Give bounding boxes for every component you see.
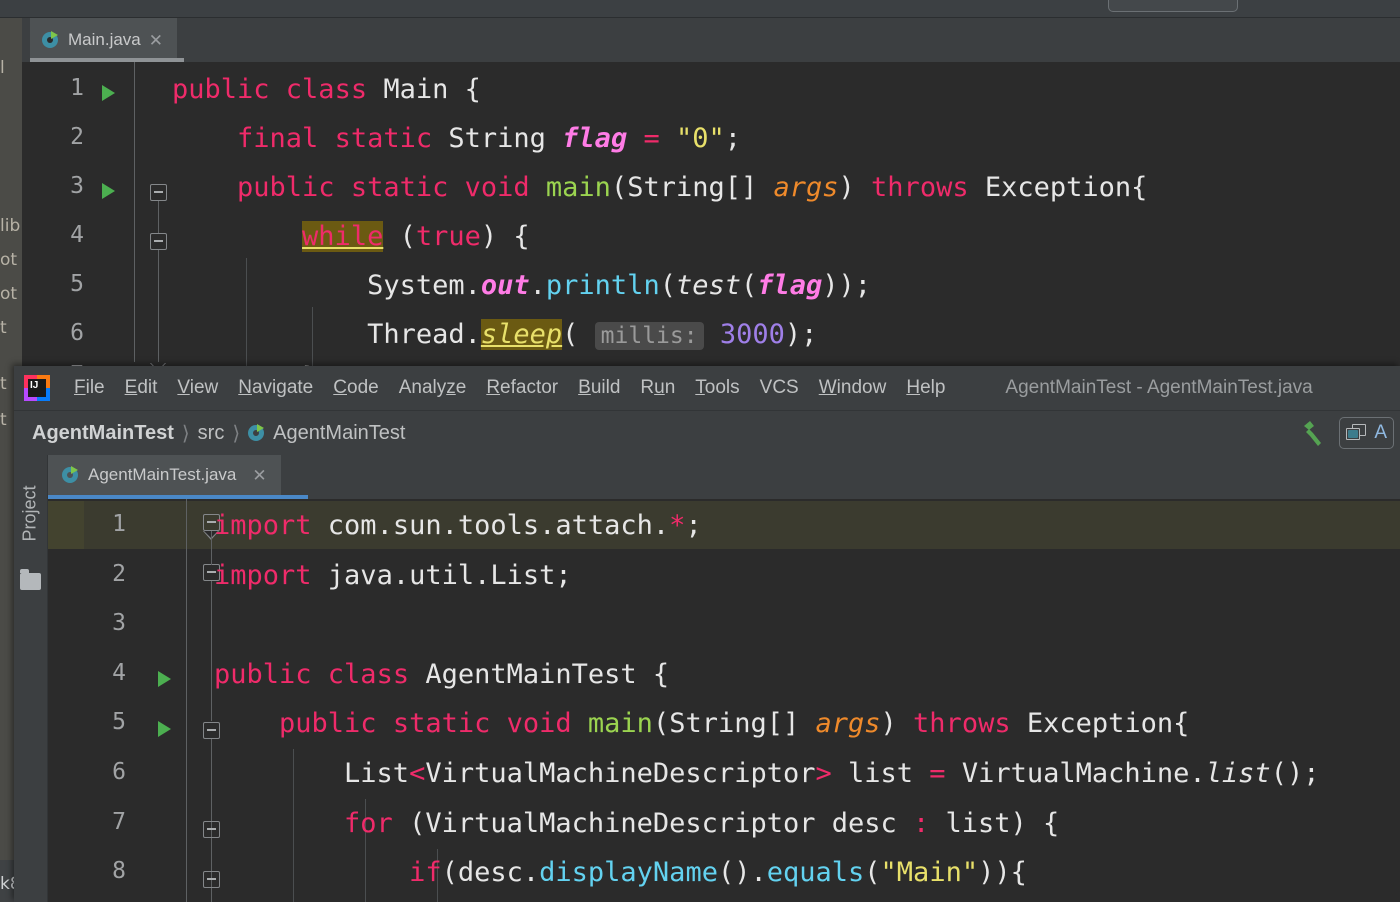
line-number: 5	[70, 271, 84, 297]
bg-fragment: ot	[0, 250, 18, 270]
navigation-bar: AgentMainTest ⟩ src ⟩ AgentMainTest A	[14, 411, 1400, 455]
run-gutter-icon[interactable]	[158, 671, 171, 687]
code-line-2: import java.util.List;	[214, 560, 572, 591]
breadcrumb-src[interactable]: src	[198, 422, 225, 445]
gutter-separator	[134, 62, 135, 362]
line-number: 7	[112, 809, 126, 835]
code-line-1: import com.sun.tools.attach.*;	[214, 510, 702, 541]
line-number: 6	[112, 759, 126, 785]
editor-window-main-java: Main.java ✕ 1 2 3 4 5 6 7	[22, 18, 1400, 382]
java-class-icon	[62, 466, 80, 484]
gutter-separator	[186, 499, 187, 902]
bg-fragment: ot	[0, 284, 18, 304]
code-line-1: public class Main {	[172, 74, 481, 105]
intellij-idea-window: File Edit View Navigate Code Analyze Ref…	[14, 366, 1400, 902]
code-editor-agentmaintest-java[interactable]: 1 2 3 4 5 6 7 8 import com.sun.tools.att…	[48, 499, 1400, 902]
fold-region-line	[158, 201, 159, 233]
bg-fragment: lib	[0, 216, 21, 236]
fold-region-line	[211, 531, 212, 565]
line-number: 1	[112, 511, 126, 537]
chevron-right-icon: ⟩	[181, 421, 190, 445]
param-hint: millis:	[594, 322, 704, 350]
java-class-icon	[42, 31, 60, 49]
run-gutter-icon[interactable]	[102, 85, 115, 101]
menu-tools[interactable]: Tools	[685, 377, 749, 399]
code-line-5: System.out.println(test(flag));	[172, 270, 872, 301]
hammer-icon[interactable]	[1297, 418, 1327, 448]
menu-build[interactable]: Build	[568, 377, 630, 399]
menu-view[interactable]: View	[167, 377, 228, 399]
tab-label: AgentMainTest.java	[88, 465, 237, 484]
code-line-7: for (VirtualMachineDescriptor desc : lis…	[344, 808, 1060, 839]
tab-label: Main.java	[68, 30, 141, 49]
menu-analyze[interactable]: Analyze	[389, 377, 477, 399]
code-editor-main-java[interactable]: 1 2 3 4 5 6 7 public class Main { final …	[22, 62, 1400, 382]
line-number: 1	[70, 75, 84, 101]
line-number: 2	[112, 561, 126, 587]
ide-body: Project AgentMainTest.java ✕ 1 2 3 4 5 6…	[14, 455, 1400, 902]
sidebar-item-project[interactable]: Project	[20, 474, 41, 554]
background-pill	[1108, 0, 1238, 12]
close-icon[interactable]: ✕	[252, 467, 266, 484]
code-line-3: public static void main(String[] args) t…	[237, 172, 1148, 203]
code-line-4: while (true) {	[302, 221, 530, 252]
fold-region-line	[211, 581, 212, 721]
java-class-icon	[248, 424, 266, 442]
window-title: AgentMainTest - AgentMainTest.java	[1005, 377, 1313, 398]
run-configuration-selector[interactable]: A	[1339, 417, 1394, 449]
menu-vcs[interactable]: VCS	[750, 377, 809, 399]
code-line-4: public class AgentMainTest {	[214, 659, 670, 690]
intellij-idea-logo-icon	[24, 375, 50, 401]
background-window-topbar	[0, 0, 1400, 18]
code-line-5: public static void main(String[] args) t…	[279, 708, 1190, 739]
bg-fragment: t	[0, 410, 7, 430]
tab-agentmaintest-java[interactable]: AgentMainTest.java ✕	[48, 455, 281, 495]
code-line-2: final static String flag = "0";	[237, 123, 742, 154]
bg-fragment: t	[0, 374, 7, 394]
line-number: 5	[112, 709, 126, 735]
code-line-6: List<VirtualMachineDescriptor> list = Vi…	[214, 758, 1320, 789]
line-number: 3	[112, 610, 126, 636]
breadcrumb-project[interactable]: AgentMainTest	[32, 422, 174, 445]
fold-region-line	[158, 250, 159, 362]
line-number: 3	[70, 173, 84, 199]
bg-fragment: t	[0, 318, 7, 338]
line-number: 4	[112, 660, 126, 686]
code-line-6: Thread.sleep( millis: 3000);	[172, 319, 818, 350]
line-number: 8	[112, 858, 126, 884]
fold-collapse-icon[interactable]	[150, 233, 167, 250]
editor-tabbar: AgentMainTest.java ✕	[48, 455, 1400, 499]
chevron-right-icon: ⟩	[232, 421, 241, 445]
tab-main-java[interactable]: Main.java ✕	[30, 18, 178, 62]
bg-fragment: l	[0, 58, 5, 78]
breadcrumb-class[interactable]: AgentMainTest	[273, 422, 405, 445]
menu-refactor[interactable]: Refactor	[476, 377, 568, 399]
menu-run[interactable]: Run	[630, 377, 685, 399]
menu-help[interactable]: Help	[896, 377, 955, 399]
line-number: 4	[70, 222, 84, 248]
run-gutter-icon[interactable]	[158, 721, 171, 737]
menubar: File Edit View Navigate Code Analyze Ref…	[14, 366, 1400, 411]
current-line-gutter-highlight	[48, 501, 84, 549]
windows-stack-icon	[1346, 424, 1368, 442]
tabbar-main: Main.java ✕	[22, 18, 1400, 62]
run-gutter-icon[interactable]	[102, 183, 115, 199]
menu-edit[interactable]: Edit	[115, 377, 168, 399]
line-number: 2	[70, 124, 84, 150]
left-tool-window-bar: Project	[14, 455, 48, 902]
screen: l lib ot ot t t t k8 Main.java ✕ 1 2 3 4	[0, 0, 1400, 902]
menu-code[interactable]: Code	[323, 377, 388, 399]
line-number: 6	[70, 320, 84, 346]
menu-window[interactable]: Window	[809, 377, 897, 399]
folder-icon[interactable]	[20, 569, 41, 590]
fold-collapse-icon[interactable]	[150, 184, 167, 201]
menu-navigate[interactable]: Navigate	[228, 377, 323, 399]
close-icon[interactable]: ✕	[149, 32, 163, 49]
menu-file[interactable]: File	[64, 377, 115, 399]
code-line-8: if(desc.displayName().equals("Main")){	[409, 857, 1027, 888]
